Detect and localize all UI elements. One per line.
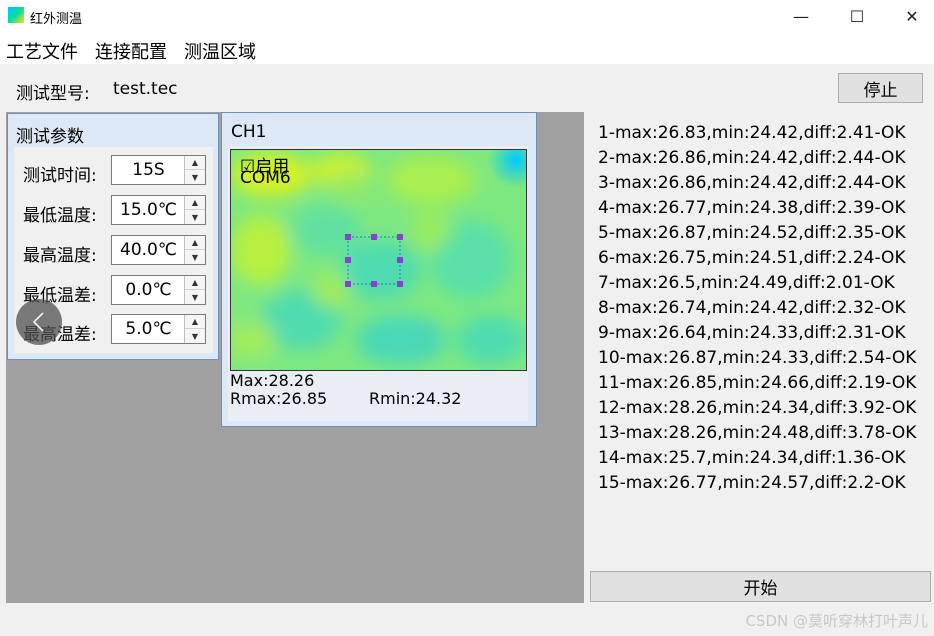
list-item: 7-max:26.5,min:24.49,diff:2.01-OK <box>598 273 895 293</box>
app-icon <box>8 7 24 23</box>
menu-process-file[interactable]: 工艺文件 <box>6 38 78 64</box>
list-item: 10-max:26.87,min:24.33,diff:2.54-OK <box>598 348 917 368</box>
window-title: 红外测温 <box>30 12 83 27</box>
model-label: 测试型号: <box>16 84 90 104</box>
spin-value: 15S <box>132 160 165 180</box>
params-title: 测试参数 <box>16 127 84 147</box>
spin-value: 5.0℃ <box>125 319 172 339</box>
spin-down-icon[interactable]: ▼ <box>185 329 205 343</box>
spin-up-icon[interactable]: ▲ <box>185 315 205 329</box>
model-value: test.tec <box>113 79 178 99</box>
list-item: 3-max:26.86,min:24.42,diff:2.44-OK <box>598 173 906 193</box>
back-button[interactable] <box>16 299 62 345</box>
menu-measure-area[interactable]: 测温区域 <box>184 38 256 64</box>
spin-up-icon[interactable]: ▲ <box>185 236 205 250</box>
list-item: 5-max:26.87,min:24.52,diff:2.35-OK <box>598 223 906 243</box>
rmax-label: Rmax:26.85 <box>230 389 328 408</box>
watermark: CSDN @莫听穿林打叶声儿 <box>745 612 928 630</box>
param-label: 最低温度: <box>23 206 97 226</box>
spin-down-icon[interactable]: ▼ <box>185 250 205 264</box>
param-label: 测试时间: <box>23 166 97 186</box>
min-diff-spinbox[interactable]: 0.0℃ ▲ ▼ <box>111 275 206 305</box>
spin-value: 0.0℃ <box>125 280 172 300</box>
spin-value: 15.0℃ <box>120 200 177 220</box>
spin-down-icon[interactable]: ▼ <box>185 290 205 304</box>
results-list: 1-max:26.83,min:24.42,diff:2.41-OK 2-max… <box>598 121 928 496</box>
spin-up-icon[interactable]: ▲ <box>185 196 205 210</box>
list-item: 6-max:26.75,min:24.51,diff:2.24-OK <box>598 248 906 268</box>
stop-button[interactable]: 停止 <box>838 73 923 103</box>
close-button[interactable]: ✕ <box>889 0 934 32</box>
max-temp-spinbox[interactable]: 40.0℃ ▲ ▼ <box>111 235 206 265</box>
test-time-spinbox[interactable]: 15S ▲ ▼ <box>111 155 206 185</box>
list-item: 13-max:28.26,min:24.48,diff:3.78-OK <box>598 423 917 443</box>
minimize-icon: — <box>793 6 809 26</box>
close-icon: ✕ <box>905 6 919 26</box>
list-item: 14-max:25.7,min:24.34,diff:1.36-OK <box>598 448 906 468</box>
channel-panel: CH1 ☑启用 COM6 Max:28.26 Rmax:26.85 Rmin:2… <box>221 112 537 427</box>
thermal-image[interactable]: ☑启用 COM6 <box>230 149 527 371</box>
spin-value: 40.0℃ <box>120 240 177 260</box>
param-row-max-temp: 最高温度: 40.0℃ ▲ ▼ <box>14 235 213 267</box>
chevron-left-icon <box>32 312 44 332</box>
list-item: 8-max:26.74,min:24.42,diff:2.32-OK <box>598 298 906 318</box>
channel-body: ☑启用 COM6 Max:28.26 Rmax:26.85 Rmin:24.32 <box>228 146 528 421</box>
title-bar: 红外测温 — ☐ ✕ <box>0 0 934 32</box>
param-label: 最高温度: <box>23 246 97 266</box>
spin-up-icon[interactable]: ▲ <box>185 156 205 170</box>
list-item: 9-max:26.64,min:24.33,diff:2.31-OK <box>598 323 906 343</box>
com-port-label: COM6 <box>240 168 291 188</box>
rmin-label: Rmin:24.32 <box>369 389 462 408</box>
list-item: 15-max:26.77,min:24.57,diff:2.2-OK <box>598 473 906 493</box>
minimize-button[interactable]: — <box>778 0 824 32</box>
list-item: 2-max:26.86,min:24.42,diff:2.44-OK <box>598 148 906 168</box>
menu-connection-config[interactable]: 连接配置 <box>95 38 167 64</box>
param-row-min-temp: 最低温度: 15.0℃ ▲ ▼ <box>14 195 213 227</box>
max-label: Max:28.26 <box>230 371 315 390</box>
start-button[interactable]: 开始 <box>590 571 931 602</box>
menu-bar: 工艺文件 连接配置 测温区域 <box>0 32 934 64</box>
spin-down-icon[interactable]: ▼ <box>185 210 205 224</box>
channel-title: CH1 <box>231 122 267 142</box>
spin-up-icon[interactable]: ▲ <box>185 276 205 290</box>
list-item: 4-max:26.77,min:24.38,diff:2.39-OK <box>598 198 906 218</box>
spin-down-icon[interactable]: ▼ <box>185 170 205 184</box>
list-item: 12-max:28.26,min:24.34,diff:3.92-OK <box>598 398 917 418</box>
list-item: 1-max:26.83,min:24.42,diff:2.41-OK <box>598 123 906 143</box>
list-item: 11-max:26.85,min:24.66,diff:2.19-OK <box>598 373 917 393</box>
maximize-button[interactable]: ☐ <box>834 0 880 32</box>
max-diff-spinbox[interactable]: 5.0℃ ▲ ▼ <box>111 314 206 344</box>
min-temp-spinbox[interactable]: 15.0℃ ▲ ▼ <box>111 195 206 225</box>
param-row-test-time: 测试时间: 15S ▲ ▼ <box>14 155 213 187</box>
maximize-icon: ☐ <box>849 6 865 26</box>
